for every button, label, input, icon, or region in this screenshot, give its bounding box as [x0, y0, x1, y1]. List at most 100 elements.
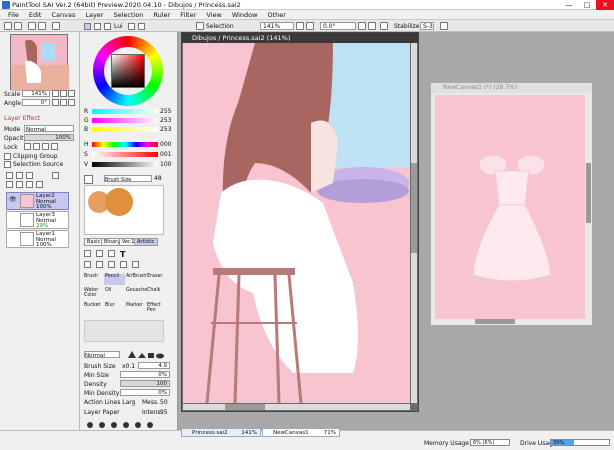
- airbrush-tool[interactable]: AirBrush: [125, 274, 146, 285]
- straight-line-icon[interactable]: [440, 22, 448, 30]
- brush-shape-icons[interactable]: [126, 350, 166, 359]
- blur-tool[interactable]: Blur: [104, 303, 125, 314]
- hsv-slider-tab-icon[interactable]: [104, 23, 111, 30]
- new-layer-icon[interactable]: [6, 172, 13, 179]
- action-lines-label[interactable]: Action Lines Larg: [84, 399, 135, 406]
- redo-icon[interactable]: [14, 22, 22, 30]
- doc-tab-newcanvas[interactable]: NewCanvas1 71%: [262, 428, 340, 437]
- menu-file[interactable]: File: [8, 10, 19, 19]
- fill-layer-icon[interactable]: [52, 172, 59, 179]
- rotate-tool-icon[interactable]: [108, 261, 115, 268]
- menu-ruler[interactable]: Ruler: [153, 10, 170, 19]
- brush-tool[interactable]: Brush: [83, 274, 104, 285]
- gouache-tool[interactable]: Gouache: [125, 288, 147, 299]
- brush-size-multiplier[interactable]: x0.1: [122, 363, 135, 370]
- brush-mode-select[interactable]: Normal: [84, 351, 120, 359]
- paper-label[interactable]: Layer Paper: [84, 409, 120, 416]
- stabilizer-field[interactable]: S-3: [420, 22, 434, 30]
- undo-icon[interactable]: [4, 22, 12, 30]
- v-slider[interactable]: [92, 162, 158, 167]
- show-selection-icon[interactable]: [52, 22, 60, 30]
- select-tool-icon[interactable]: [84, 250, 91, 257]
- magic-wand-icon[interactable]: [108, 250, 115, 257]
- eye-icon[interactable]: 👁: [9, 196, 17, 203]
- watercolor-tool[interactable]: Water Color: [83, 288, 104, 299]
- rotate-left-icon[interactable]: [358, 22, 366, 30]
- s-slider[interactable]: [92, 152, 158, 157]
- action-lines-value[interactable]: 50: [160, 399, 168, 406]
- rotate-ccw-icon[interactable]: [52, 99, 59, 106]
- menu-window[interactable]: Window: [232, 10, 258, 19]
- zoom-field[interactable]: 141%: [260, 22, 294, 30]
- new-linework-layer-icon[interactable]: [16, 172, 23, 179]
- clear-layer-icon[interactable]: [26, 181, 33, 188]
- canvas-second-vscroll[interactable]: [586, 163, 591, 223]
- menu-edit[interactable]: Edit: [29, 10, 42, 19]
- primary-color-swatch[interactable]: [84, 175, 93, 184]
- zoom-reset-icon[interactable]: [68, 90, 75, 97]
- lock-paint-icon[interactable]: [42, 143, 49, 150]
- rotate-cw-icon[interactable]: [60, 99, 67, 106]
- layer-effect-header[interactable]: Layer Effect: [4, 115, 40, 122]
- zoom-out-icon[interactable]: [296, 22, 304, 30]
- selection-source-checkbox[interactable]: [4, 161, 11, 168]
- canvas-hscrollbar[interactable]: [183, 404, 410, 410]
- maximize-button[interactable]: □: [578, 0, 596, 10]
- r-slider[interactable]: [92, 109, 158, 114]
- scale-slider[interactable]: 141%: [22, 90, 50, 97]
- min-density-slider[interactable]: 0%: [120, 389, 170, 396]
- menu-selection[interactable]: Selection: [113, 10, 143, 19]
- delete-layer-icon[interactable]: [36, 181, 43, 188]
- new-folder-icon[interactable]: [26, 172, 33, 179]
- b-slider[interactable]: [92, 127, 158, 132]
- swatches-tab-icon[interactable]: [128, 23, 135, 30]
- marker-tool[interactable]: Marker: [125, 303, 146, 314]
- zoom-out-nav-icon[interactable]: [52, 90, 59, 97]
- minimize-button[interactable]: —: [560, 0, 578, 10]
- rotate-right-icon[interactable]: [368, 22, 376, 30]
- menu-view[interactable]: View: [206, 10, 221, 19]
- lock-move-icon[interactable]: [33, 143, 40, 150]
- g-slider[interactable]: [92, 118, 158, 123]
- menu-canvas[interactable]: Canvas: [51, 10, 75, 19]
- menu-other[interactable]: Other: [267, 10, 285, 19]
- min-size-slider[interactable]: 0%: [120, 371, 170, 378]
- navigator-thumbnail[interactable]: [10, 34, 69, 91]
- brush-size-preview-bar[interactable]: Brush Size: [104, 175, 152, 183]
- invert-selection-icon[interactable]: [38, 22, 46, 30]
- layer-row[interactable]: Layer3 Normal 29%: [6, 211, 69, 229]
- pencil-tool[interactable]: Pencil: [104, 274, 125, 285]
- paper-intensity-value[interactable]: 95: [160, 409, 168, 416]
- canvas-second-artwork[interactable]: [435, 95, 585, 319]
- copy-layer-icon[interactable]: [6, 181, 13, 188]
- eyedropper-icon[interactable]: [132, 261, 139, 268]
- oil-tool[interactable]: Oil: [104, 288, 125, 299]
- merge-down-icon[interactable]: [16, 181, 23, 188]
- color-wheel-tab-icon[interactable]: [84, 23, 91, 30]
- move-tool-icon[interactable]: [84, 261, 91, 268]
- effect-pen-tool[interactable]: Effect Pen: [146, 303, 167, 314]
- canvas-vscrollbar[interactable]: [411, 43, 417, 403]
- canvas-second-hscroll[interactable]: [475, 319, 515, 324]
- layer-row[interactable]: Layer1 Normal 100%: [6, 230, 69, 248]
- hand-tool-icon[interactable]: [120, 261, 127, 268]
- brush-presets[interactable]: [84, 420, 164, 430]
- blend-mode-select[interactable]: Normal: [24, 125, 74, 133]
- doc-tab-princess[interactable]: Princess.sai2 141%: [181, 428, 261, 437]
- canvas-artwork[interactable]: [183, 43, 410, 403]
- flip-icon[interactable]: [380, 22, 388, 30]
- menu-filter[interactable]: Filter: [180, 10, 196, 19]
- canvas-window-title[interactable]: Dibujos / Princess.sai2 (141%): [182, 33, 418, 43]
- tool-tab-artistic[interactable]: Artistic: [134, 238, 158, 246]
- lui-tab[interactable]: Lui: [114, 23, 123, 30]
- rotation-field[interactable]: 0.0°: [320, 22, 356, 30]
- bucket-tool[interactable]: Bucket: [83, 303, 104, 314]
- saturation-value-square[interactable]: [111, 54, 145, 88]
- h-slider[interactable]: [92, 142, 158, 147]
- deselect-icon[interactable]: [28, 22, 36, 30]
- clipping-checkbox[interactable]: [4, 153, 11, 160]
- lasso-tool-icon[interactable]: [96, 250, 103, 257]
- zoom-in-nav-icon[interactable]: [60, 90, 67, 97]
- brush-size-slider[interactable]: 4.9: [138, 362, 170, 369]
- zoom-tool-icon[interactable]: [96, 261, 103, 268]
